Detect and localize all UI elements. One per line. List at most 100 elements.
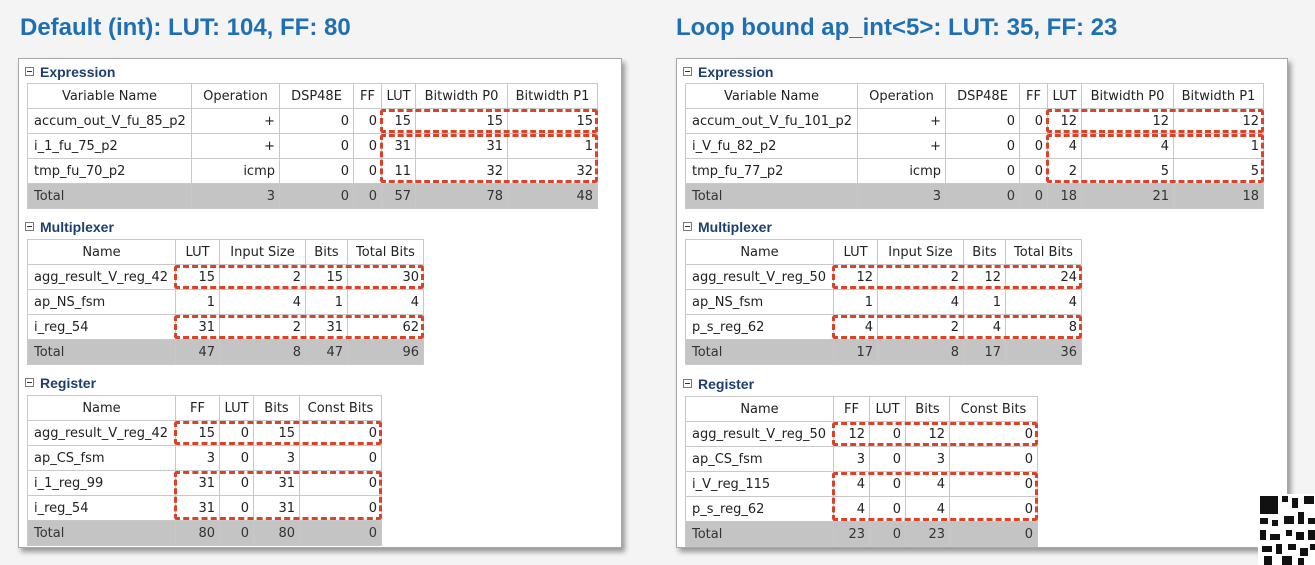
table-row[interactable]: i_V_fu_82_p2 +0 0 4 4 1	[685, 133, 1264, 159]
total-cell-bitwidth-p1: 18	[1173, 183, 1264, 209]
collapse-icon[interactable]	[25, 222, 34, 231]
total-cell-total-bits: 36	[1005, 339, 1082, 365]
column-header-lut[interactable]: LUT	[381, 83, 416, 109]
cell-ff: 0	[353, 158, 382, 184]
table-row[interactable]: tmp_fu_77_p2 icmp 0 0 2 5 5	[685, 158, 1264, 184]
column-header-ff[interactable]: FF	[833, 396, 870, 422]
table-row[interactable]: i_1_reg_99 31 0 31 0	[27, 470, 382, 496]
column-header-lut[interactable]: LUT	[869, 396, 906, 422]
table-header-row: Name LUT Input Size Bits Total Bits	[685, 239, 1082, 265]
table-row[interactable]: i_V_reg_115 4 0 4 0	[685, 471, 1038, 497]
register-section-title[interactable]: Register	[25, 375, 96, 391]
cell-operation: +	[191, 108, 280, 134]
table-row[interactable]: i_reg_54 31 2 31 62	[27, 314, 424, 340]
total-cell-dsp48e: 0	[279, 183, 354, 209]
multiplexer-section-title[interactable]: Multiplexer	[25, 219, 114, 235]
column-header-variable-name[interactable]: Variable Name	[685, 83, 858, 109]
cell-input-size: 2	[877, 314, 964, 340]
column-header-bitwidth-p0[interactable]: Bitwidth P0	[1081, 83, 1174, 109]
column-header-dsp48e[interactable]: DSP48E	[945, 83, 1020, 109]
row-name-cell: i_reg_54	[27, 314, 176, 340]
column-header-lut[interactable]: LUT	[219, 395, 254, 421]
column-header-variable-name[interactable]: Variable Name	[27, 83, 192, 109]
column-header-total-bits[interactable]: Total Bits	[347, 239, 424, 265]
column-header-total-bits[interactable]: Total Bits	[1005, 239, 1082, 265]
table-row[interactable]: ap_CS_fsm 3 0 3 0	[27, 445, 382, 471]
column-header-lut[interactable]: LUT	[175, 239, 220, 265]
cell-operation: icmp	[857, 158, 946, 184]
column-header-name[interactable]: Name	[685, 239, 834, 265]
cell-lut: 2	[1047, 158, 1082, 184]
table-row[interactable]: agg_result_V_reg_42 15 0 15 0	[27, 420, 382, 446]
column-header-bits[interactable]: Bits	[905, 396, 950, 422]
heading-default-int: Default (int): LUT: 104, FF: 80	[20, 14, 351, 41]
table-row[interactable]: p_s_reg_62 4 2 4 8	[685, 314, 1082, 340]
column-header-bitwidth-p0[interactable]: Bitwidth P0	[415, 83, 508, 109]
column-header-operation[interactable]: Operation	[857, 83, 946, 109]
cell-bitwidth-p0: 12	[1081, 108, 1174, 134]
multiplexer-section-title[interactable]: Multiplexer	[683, 219, 772, 235]
column-header-dsp48e[interactable]: DSP48E	[279, 83, 354, 109]
cell-bits: 4	[905, 496, 950, 522]
collapse-icon[interactable]	[25, 67, 34, 76]
column-header-lut[interactable]: LUT	[1047, 83, 1082, 109]
row-name-cell: accum_out_V_fu_101_p2	[685, 108, 858, 134]
total-row: Total 17 8 17 36	[685, 339, 1082, 365]
table-row[interactable]: ap_NS_fsm 1 4 1 4	[685, 289, 1082, 315]
collapse-icon[interactable]	[25, 378, 34, 387]
collapse-icon[interactable]	[683, 222, 692, 231]
cell-total-bits: 62	[347, 314, 424, 340]
column-header-ff[interactable]: FF	[1019, 83, 1048, 109]
column-header-operation[interactable]: Operation	[191, 83, 280, 109]
table-row[interactable]: i_1_fu_75_p2 +0 0 31 31 1	[27, 133, 598, 159]
column-header-name[interactable]: Name	[27, 395, 176, 421]
cell-bits: 3	[253, 445, 300, 471]
table-row[interactable]: agg_result_V_reg_42 15 2 15 30	[27, 264, 424, 290]
heading-loop-bound: Loop bound ap_int<5>: LUT: 35, FF: 23	[676, 14, 1118, 41]
table-row[interactable]: agg_result_V_reg_50 12 0 12 0	[685, 421, 1038, 447]
column-header-bits[interactable]: Bits	[305, 239, 348, 265]
column-header-input-size[interactable]: Input Size	[219, 239, 306, 265]
column-header-name[interactable]: Name	[27, 239, 176, 265]
table-row[interactable]: ap_NS_fsm 1 4 1 4	[27, 289, 424, 315]
column-header-ff[interactable]: FF	[175, 395, 220, 421]
total-cell-ff: 80	[175, 520, 220, 546]
cell-bits: 3	[905, 446, 950, 472]
table-row[interactable]: tmp_fu_70_p2 icmp 0 0 11 32 32	[27, 158, 598, 184]
column-header-bits[interactable]: Bits	[253, 395, 300, 421]
cell-lut: 12	[1047, 108, 1082, 134]
column-header-const-bits[interactable]: Const Bits	[949, 396, 1038, 422]
row-name-cell: i_V_reg_115	[685, 471, 834, 497]
column-header-const-bits[interactable]: Const Bits	[299, 395, 382, 421]
column-header-name[interactable]: Name	[685, 396, 834, 422]
column-header-bitwidth-p1[interactable]: Bitwidth P1	[507, 83, 598, 109]
register-section-title[interactable]: Register	[683, 376, 754, 392]
column-header-bitwidth-p1[interactable]: Bitwidth P1	[1173, 83, 1264, 109]
cell-bitwidth-p0: 32	[415, 158, 508, 184]
expression-section-title[interactable]: Expression	[25, 64, 115, 80]
cell-ff: 0	[353, 133, 382, 159]
column-header-lut[interactable]: LUT	[833, 239, 878, 265]
collapse-icon[interactable]	[683, 67, 692, 76]
table-row[interactable]: i_reg_54 31 0 31 0	[27, 495, 382, 521]
cell-const-bits: 0	[949, 496, 1038, 522]
collapse-icon[interactable]	[683, 379, 692, 388]
column-header-bits[interactable]: Bits	[963, 239, 1006, 265]
cell-dsp48e: 0	[945, 108, 1020, 134]
table-row[interactable]: ap_CS_fsm 3 0 3 0	[685, 446, 1038, 472]
table-row[interactable]: accum_out_V_fu_101_p2 +0 0 12 12 12	[685, 108, 1264, 134]
column-header-ff[interactable]: FF	[353, 83, 382, 109]
total-cell-dsp48e: 0	[945, 183, 1020, 209]
register-title-label: Register	[40, 375, 97, 391]
table-row[interactable]: agg_result_V_reg_50 12 2 12 24	[685, 264, 1082, 290]
row-name-cell: p_s_reg_62	[685, 496, 834, 522]
cell-const-bits: 0	[949, 446, 1038, 472]
total-label: Total	[685, 521, 834, 547]
column-header-input-size[interactable]: Input Size	[877, 239, 964, 265]
table-row[interactable]: accum_out_V_fu_85_p2 +0 0 15 15 15	[27, 108, 598, 134]
cell-operation: icmp	[191, 158, 280, 184]
expression-section-title[interactable]: Expression	[683, 64, 773, 80]
table-row[interactable]: p_s_reg_62 4 0 4 0	[685, 496, 1038, 522]
total-cell-lut: 0	[219, 520, 254, 546]
total-cell-lut: 18	[1047, 183, 1082, 209]
